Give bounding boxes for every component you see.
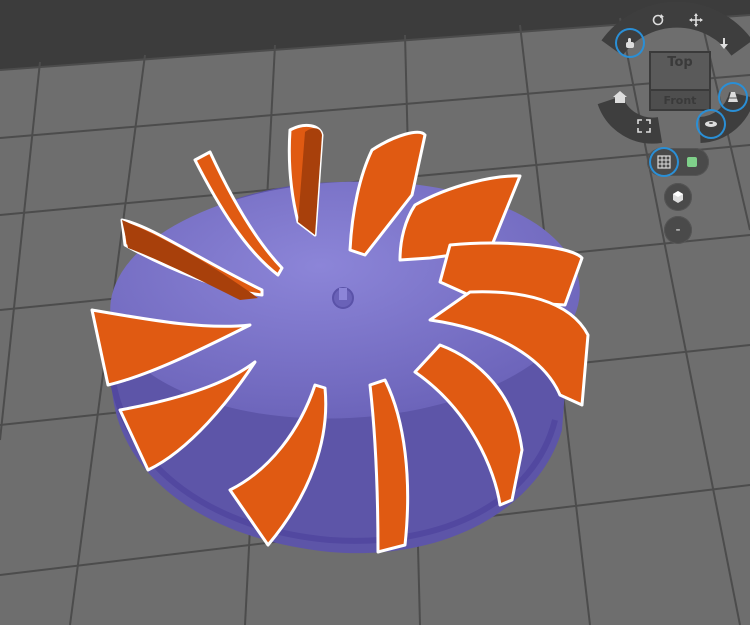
move-arrows-icon[interactable]	[683, 7, 709, 33]
orbit-icon[interactable]	[698, 111, 724, 137]
zoom-out-label: -	[675, 222, 681, 238]
home-icon[interactable]	[607, 84, 633, 110]
material-icon[interactable]	[664, 183, 692, 211]
touch-hand-icon[interactable]	[617, 30, 643, 56]
view-cube[interactable]: Top Front	[649, 51, 711, 111]
grid-icon[interactable]	[651, 149, 677, 175]
arrow-down-icon[interactable]	[711, 30, 737, 56]
cube-front-label: Front	[664, 94, 697, 107]
perspective-icon[interactable]	[720, 84, 746, 110]
3d-viewport[interactable]: Top Front -	[0, 0, 750, 625]
zoom-out-button[interactable]: -	[664, 216, 692, 244]
cube-top-label: Top	[667, 55, 692, 70]
view-mode-toggle	[647, 148, 709, 176]
fit-view-icon[interactable]	[631, 113, 657, 139]
rotate-icon[interactable]	[645, 7, 671, 33]
solid-cube-icon[interactable]	[679, 149, 705, 175]
scene-canvas[interactable]: Top Front	[0, 0, 750, 625]
